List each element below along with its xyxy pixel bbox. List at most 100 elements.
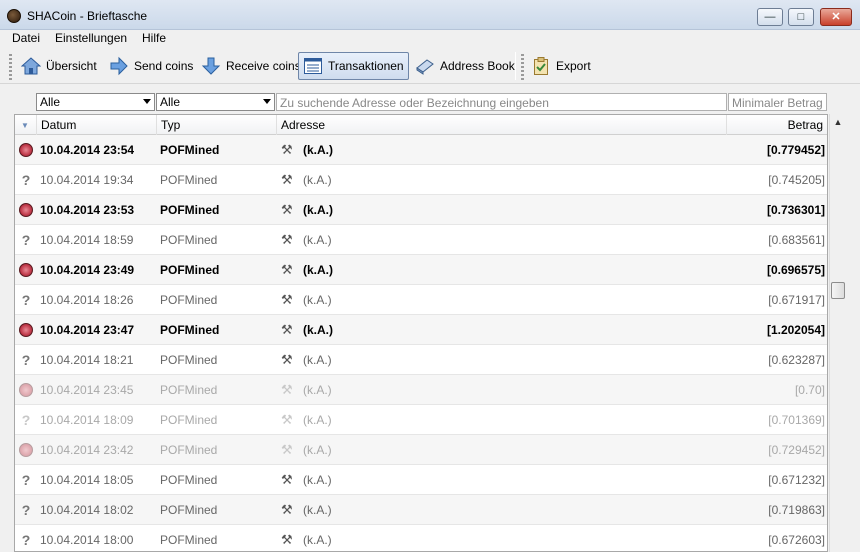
table-row[interactable]: ? 10.04.2014 19:34 POFMined ⚒ (k.A.) [0.74520… <box>15 165 827 195</box>
cell-address-text: (k.A.) <box>303 173 332 187</box>
status-unknown-icon: ? <box>21 292 31 308</box>
type-filter-select[interactable]: Alle <box>156 93 275 111</box>
cell-address: ⚒ (k.A.) <box>281 315 333 345</box>
table-row[interactable]: 10.04.2014 23:53 POFMined ⚒ (k.A.) [0.736301… <box>15 195 827 225</box>
cell-address: ⚒ (k.A.) <box>281 195 333 225</box>
menu-bar: Datei Einstellungen Hilfe <box>0 30 860 48</box>
mining-tools-icon: ⚒ <box>281 442 293 457</box>
address-search-input[interactable]: Zu suchende Adresse oder Bezeichnung ein… <box>276 93 727 111</box>
cell-address-text: (k.A.) <box>303 413 332 427</box>
status-unknown-icon: ? <box>21 412 31 428</box>
mining-tools-icon: ⚒ <box>281 532 293 547</box>
table-row[interactable]: ? 10.04.2014 18:09 POFMined ⚒ (k.A.) [0.70136… <box>15 405 827 435</box>
mining-tools-icon: ⚒ <box>281 262 293 277</box>
receive-coins-button[interactable]: Receive coins <box>196 52 306 80</box>
menu-datei[interactable]: Datei <box>12 31 40 45</box>
cell-type: POFMined <box>160 143 220 157</box>
title-bar: SHACoin - Brieftasche — □ ✕ <box>0 0 860 30</box>
cell-date: 10.04.2014 18:59 <box>40 233 134 247</box>
cell-address-text: (k.A.) <box>303 533 332 547</box>
receive-coins-label: Receive coins <box>226 59 301 73</box>
cell-amount: [0.701369] <box>768 413 825 427</box>
send-coins-label: Send coins <box>134 59 194 73</box>
export-button[interactable]: Export <box>526 52 596 80</box>
amount-column-header[interactable]: Betrag <box>727 115 827 135</box>
type-column-header[interactable]: Typ <box>157 115 277 135</box>
table-row[interactable]: ? 10.04.2014 18:26 POFMined ⚒ (k.A.) [0.67191… <box>15 285 827 315</box>
maximize-button[interactable]: □ <box>788 8 814 26</box>
status-unknown-icon: ? <box>21 532 31 548</box>
mining-tools-icon: ⚒ <box>281 502 293 517</box>
cell-amount: [0.736301] <box>766 203 825 217</box>
cell-type: POFMined <box>160 503 218 517</box>
window-title: SHACoin - Brieftasche <box>27 9 148 23</box>
cell-date: 10.04.2014 18:05 <box>40 473 134 487</box>
cell-address-text: (k.A.) <box>303 233 332 247</box>
toolbar: Übersicht Send coins Receive coins Trans… <box>0 48 860 84</box>
cell-date: 10.04.2014 19:34 <box>40 173 134 187</box>
transactions-button[interactable]: Transaktionen <box>298 52 409 80</box>
menu-hilfe[interactable]: Hilfe <box>142 31 166 45</box>
status-unknown-icon: ? <box>21 502 31 518</box>
toolbar-grip[interactable] <box>9 54 12 80</box>
minimize-button[interactable]: — <box>757 8 783 26</box>
table-row[interactable]: 10.04.2014 23:47 POFMined ⚒ (k.A.) [1.202054… <box>15 315 827 345</box>
status-clock-icon <box>15 315 37 345</box>
send-arrow-icon <box>110 56 128 76</box>
min-amount-input[interactable]: Minimaler Betrag <box>728 93 827 111</box>
overview-label: Übersicht <box>46 59 97 73</box>
date-column-header[interactable]: Datum <box>37 115 157 135</box>
address-book-button[interactable]: Address Book <box>410 52 520 80</box>
table-row[interactable]: ? 10.04.2014 18:05 POFMined ⚒ (k.A.) [0.67123… <box>15 465 827 495</box>
address-column-header[interactable]: Adresse <box>277 115 727 135</box>
send-coins-button[interactable]: Send coins <box>104 52 198 80</box>
cell-amount: [1.202054] <box>766 323 825 337</box>
table-row[interactable]: 10.04.2014 23:45 POFMined ⚒ (k.A.) [0.70] <box>15 375 827 405</box>
cell-address-text: (k.A.) <box>303 503 332 517</box>
transactions-table: ▼ Datum Typ Adresse Betrag 10.04.2014 23… <box>14 114 828 552</box>
app-coin-icon <box>7 9 21 23</box>
mining-tools-icon: ⚒ <box>281 352 293 367</box>
close-button[interactable]: ✕ <box>820 8 852 26</box>
status-unknown-icon: ? <box>21 352 31 368</box>
table-row[interactable]: ? 10.04.2014 18:21 POFMined ⚒ (k.A.) [0.62328… <box>15 345 827 375</box>
mining-tools-icon: ⚒ <box>281 292 293 307</box>
cell-amount: [0.745205] <box>768 173 825 187</box>
toolbar-grip-2[interactable] <box>521 54 524 80</box>
status-unknown-icon: ? <box>21 472 31 488</box>
table-row[interactable]: ? 10.04.2014 18:02 POFMined ⚒ (k.A.) [0.71986… <box>15 495 827 525</box>
cell-address: ⚒ (k.A.) <box>281 285 332 315</box>
cell-date: 10.04.2014 18:02 <box>40 503 134 517</box>
table-row[interactable]: 10.04.2014 23:49 POFMined ⚒ (k.A.) [0.696575… <box>15 255 827 285</box>
table-row[interactable]: ? 10.04.2014 18:59 POFMined ⚒ (k.A.) [0.68356… <box>15 225 827 255</box>
scroll-up-icon[interactable]: ▲ <box>830 114 846 130</box>
table-row[interactable]: 10.04.2014 23:54 POFMined ⚒ (k.A.) [0.779452… <box>15 135 827 165</box>
table-row[interactable]: 10.04.2014 23:42 POFMined ⚒ (k.A.) [0.729452… <box>15 435 827 465</box>
status-column-header[interactable]: ▼ <box>15 115 37 135</box>
type-filter-value: Alle <box>160 95 181 109</box>
chevron-down-icon <box>263 99 271 104</box>
status-clock-icon <box>15 195 37 225</box>
menu-einstellungen[interactable]: Einstellungen <box>55 31 127 45</box>
cell-amount: [0.671917] <box>768 293 825 307</box>
overview-button[interactable]: Übersicht <box>16 52 102 80</box>
cell-type: POFMined <box>160 473 218 487</box>
cell-date: 10.04.2014 23:53 <box>40 203 135 217</box>
cell-amount: [0.719863] <box>768 503 825 517</box>
cell-type: POFMined <box>160 173 218 187</box>
cell-address-text: (k.A.) <box>303 383 332 397</box>
cell-amount: [0.729452] <box>768 443 825 457</box>
cell-date: 10.04.2014 18:26 <box>40 293 134 307</box>
cell-date: 10.04.2014 23:45 <box>40 383 134 397</box>
cell-amount: [0.696575] <box>766 263 825 277</box>
cell-type: POFMined <box>160 323 220 337</box>
scrollbar-thumb[interactable] <box>831 282 845 299</box>
cell-address: ⚒ (k.A.) <box>281 495 332 525</box>
mining-tools-icon: ⚒ <box>281 232 293 247</box>
table-row[interactable]: ? 10.04.2014 18:00 POFMined ⚒ (k.A.) [0.67260… <box>15 525 827 551</box>
vertical-scrollbar[interactable]: ▲ <box>829 114 846 552</box>
export-label: Export <box>556 59 591 73</box>
cell-type: POFMined <box>160 443 218 457</box>
address-book-label: Address Book <box>440 59 515 73</box>
date-filter-select[interactable]: Alle <box>36 93 155 111</box>
